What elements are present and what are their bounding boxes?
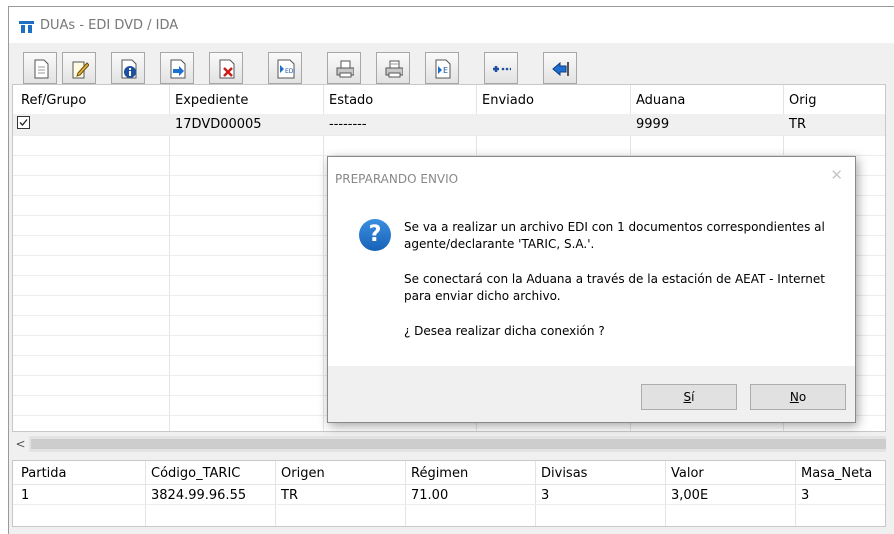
column-header-estado[interactable]: Estado [329,93,373,108]
print-preview-button[interactable] [376,52,410,84]
column-header-codigo-taric[interactable]: Código_TARIC [151,466,240,481]
delete-document-button[interactable] [209,52,243,84]
column-header-expediente[interactable]: Expediente [175,93,248,108]
confirm-dialog: PREPARANDO ENVIO ✕ ? Se va a realizar un… [327,156,856,423]
export-icon [170,59,186,79]
column-header-masa-neta[interactable]: Masa_Neta [801,466,872,481]
new-document-icon [34,59,49,79]
edi-send-icon: EDI [277,59,295,79]
yes-label-rest: í [691,390,695,404]
import-edi-button[interactable]: E [425,52,459,84]
edit-document-icon [72,61,89,79]
no-mnemonic: N [789,390,799,404]
print-preview-icon [385,60,403,78]
dialog-question: ¿ Desea realizar dicha conexión ? [404,324,605,338]
back-icon [552,61,569,77]
cell-aduana: 9999 [636,117,670,132]
question-icon: ? [359,219,391,251]
table-row[interactable] [13,114,885,135]
info-button[interactable] [111,52,145,84]
yes-button[interactable]: Sí [641,384,737,410]
column-header-partida[interactable]: Partida [21,466,67,481]
cell-codigo-taric: 3824.99.96.55 [151,488,247,503]
cell-origen: TR [281,488,298,503]
new-document-button[interactable] [23,52,57,84]
column-header-aduana[interactable]: Aduana [636,93,685,108]
edit-document-button[interactable] [62,52,96,84]
scroll-thumb[interactable] [31,439,886,449]
no-button[interactable]: No [750,384,846,410]
cell-expediente: 17DVD00005 [175,117,262,132]
checkmark-icon [19,119,28,126]
scroll-left-button[interactable]: < [12,436,29,452]
toolbar: EDI E [9,43,894,89]
dialog-message-line1: Se va a realizar un archivo EDI con 1 do… [404,220,825,234]
column-header-regimen[interactable]: Régimen [411,466,468,481]
window-title: DUAs - EDI DVD / IDA [40,18,179,33]
no-label-rest: o [798,390,807,404]
cell-masa-neta: 3 [801,488,810,503]
more-button[interactable] [484,52,518,84]
dialog-title: PREPARANDO ENVIO [335,172,459,186]
export-button[interactable] [160,52,194,84]
dialog-message-line3: Se conectará con la Aduana a través de l… [404,272,825,286]
delete-document-icon [219,59,235,79]
edi-send-button[interactable]: EDI [268,52,302,84]
more-icon [493,66,511,72]
partidas-grid[interactable]: Partida Código_TARIC Origen Régimen Divi… [12,460,886,527]
svg-text:E: E [443,66,448,75]
title-bar: DUAs - EDI DVD / IDA [9,7,894,43]
yes-mnemonic: S [683,390,692,404]
svg-text:EDI: EDI [285,68,295,75]
cell-regimen: 71.00 [411,488,449,503]
cell-estado: -------- [329,117,367,132]
dialog-footer: Sí No [328,366,855,422]
column-header-enviado[interactable]: Enviado [482,93,534,108]
column-header-orig[interactable]: Orig [789,93,816,108]
close-icon[interactable]: ✕ [830,166,843,184]
column-header-origen[interactable]: Origen [281,466,325,481]
dialog-message-line2: agente/declarante 'TARIC, S.A.'. [404,237,595,251]
back-button[interactable] [543,52,577,84]
column-header-ref-grupo[interactable]: Ref/Grupo [21,93,86,108]
print-icon [336,60,354,78]
import-edi-icon: E [435,59,451,79]
print-button[interactable] [327,52,361,84]
app-icon [19,21,34,33]
cell-divisas: 3 [541,488,550,503]
dialog-message-line4: para enviar dicho archivo. [404,289,561,303]
horizontal-scrollbar[interactable]: < [12,436,886,452]
info-icon [121,59,137,79]
cell-partida: 1 [21,488,30,503]
column-header-divisas[interactable]: Divisas [541,466,587,481]
row-checkbox[interactable] [17,116,30,129]
cell-orig: TR [789,117,806,132]
column-header-valor[interactable]: Valor [671,466,704,481]
cell-valor: 3,00E [671,488,709,503]
